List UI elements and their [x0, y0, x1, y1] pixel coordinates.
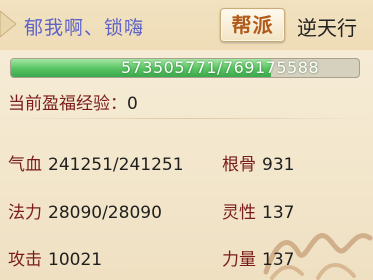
header-bar: 郁我啊、锁嗨 帮派 逆天行	[0, 0, 373, 50]
stat-constitution-label: 根骨	[222, 155, 256, 175]
character-panel: 郁我啊、锁嗨 帮派 逆天行 573505771/769175588 当前盈福经验…	[0, 0, 373, 280]
stat-mana-value: 28090/28090	[48, 203, 162, 223]
guild-name: 逆天行	[297, 16, 357, 40]
diamond-icon	[0, 10, 17, 38]
stat-hp: 气血 241251/241251	[8, 150, 184, 175]
stat-spirit-value: 137	[262, 203, 295, 223]
stat-constitution: 根骨 931	[222, 150, 294, 175]
stat-attack: 攻击 10021	[8, 245, 102, 270]
bonus-experience-value: 0	[127, 94, 138, 114]
stat-spirit-label: 灵性	[222, 203, 256, 223]
experience-bar: 573505771/769175588	[10, 58, 360, 78]
experience-value: 573505771/769175588	[120, 58, 320, 77]
player-name: 郁我啊、锁嗨	[24, 17, 145, 39]
stat-mana-label: 法力	[8, 203, 42, 223]
stat-hp-value: 241251/241251	[48, 155, 184, 175]
bonus-experience: 当前盈福经验：0	[8, 89, 138, 114]
section-divider	[0, 118, 373, 119]
stat-strength-label: 力量	[222, 250, 256, 270]
stat-strength: 力量 137	[222, 245, 294, 270]
stat-strength-value: 137	[262, 250, 295, 270]
guild-button-label: 帮派	[231, 13, 274, 37]
guild-button[interactable]: 帮派	[220, 8, 285, 42]
stat-constitution-value: 931	[262, 155, 295, 175]
stat-hp-label: 气血	[8, 155, 42, 175]
stat-attack-value: 10021	[48, 250, 103, 270]
stat-mana: 法力 28090/28090	[8, 198, 162, 223]
bonus-experience-label: 当前盈福经验：	[8, 94, 127, 114]
stat-attack-label: 攻击	[8, 250, 42, 270]
stat-spirit: 灵性 137	[222, 198, 294, 223]
